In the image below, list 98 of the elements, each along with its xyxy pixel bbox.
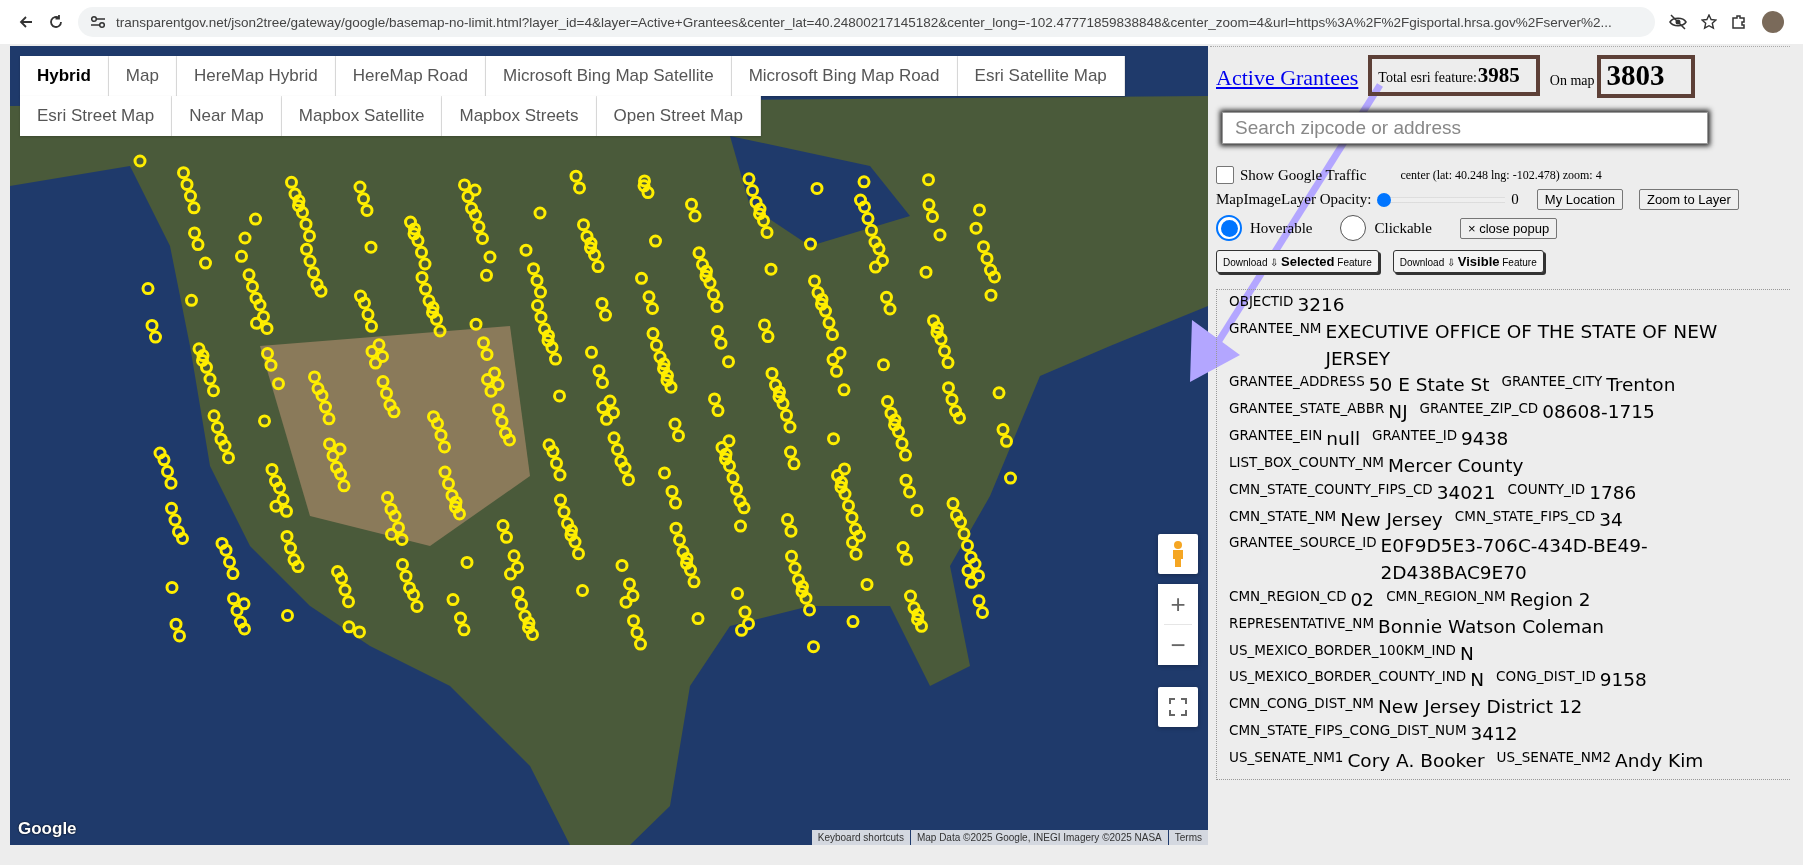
traffic-checkbox[interactable] xyxy=(1216,166,1234,184)
map-center-info: center (lat: 40.248 lng: -102.478) zoom: 4 xyxy=(1400,167,1602,183)
basemap-tab[interactable]: Near Map xyxy=(172,96,282,136)
field-label: GRANTEE_CITY xyxy=(1501,372,1603,392)
field-label: CMN_CONG_DIST_NM xyxy=(1229,694,1374,714)
field-value: 3412 xyxy=(1470,722,1518,746)
field-value: 9158 xyxy=(1599,668,1647,693)
field-value: N xyxy=(1460,641,1474,666)
field-label: GRANTEE_EIN xyxy=(1229,426,1323,446)
field-label: CMN_REGION_CD xyxy=(1229,586,1347,606)
basemap-tab[interactable]: Mapbox Streets xyxy=(442,96,597,136)
field-label: US_MEXICO_BORDER_COUNTY_IND xyxy=(1229,667,1467,687)
download-button[interactable]: Download ⇩ Selected Feature xyxy=(1216,250,1379,273)
field-label: LIST_BOX_COUNTY_NM xyxy=(1229,452,1384,472)
address-bar[interactable] xyxy=(78,7,1655,37)
basemap-tab[interactable]: HereMap Hybrid xyxy=(176,56,336,96)
field-label: REPRESENTATIVE_NM xyxy=(1229,613,1375,633)
field-label: US_SENATE_NM1 xyxy=(1229,747,1344,767)
basemap-tab[interactable]: Microsoft Bing Map Satellite xyxy=(485,56,732,96)
field-label: US_SENATE_NM2 xyxy=(1496,747,1612,767)
url-text: transparentgov.net/json2tree/gateway/google/basemap-no-limit.html?layer_id=4&layer=Active+Grantees&center_lat=40.24800217145182&center_long=-102.47771859838848&center_zoom=4&url=https%3A%2F%2Fgisportal.hrsa.gov%2Fserver%2... xyxy=(116,14,1612,30)
basemap-tab[interactable]: Esri Street Map xyxy=(20,96,173,136)
field-value: 08608-1715 xyxy=(1542,400,1655,425)
opacity-label: MapImageLayer Opacity: xyxy=(1216,191,1372,208)
close-popup-button[interactable]: × close popup xyxy=(1459,217,1558,239)
field-label: COUNTY_ID xyxy=(1507,479,1586,499)
field-label: GRANTEE_ID xyxy=(1372,426,1458,446)
fullscreen-icon[interactable] xyxy=(1158,687,1198,727)
field-label: CMN_STATE_FIPS_CONG_DIST_NUM xyxy=(1229,721,1467,740)
eye-off-icon[interactable] xyxy=(1669,14,1687,30)
field-value: 9438 xyxy=(1461,427,1509,452)
map-logo: Google xyxy=(18,819,77,839)
reload-icon[interactable] xyxy=(48,14,64,30)
field-value: Andy Kim xyxy=(1615,748,1704,773)
field-value: 02 xyxy=(1350,587,1375,612)
download-button[interactable]: Download ⇩ Visible Feature xyxy=(1392,250,1544,273)
field-label: US_MEXICO_BORDER_100KM_IND xyxy=(1229,640,1456,660)
map-link[interactable]: Keyboard shortcuts xyxy=(811,830,910,845)
slider-thumb[interactable] xyxy=(1377,192,1392,207)
mode-label: Clickable xyxy=(1374,219,1432,237)
back-icon[interactable] xyxy=(18,14,34,30)
zoom-out-button[interactable]: − xyxy=(1158,625,1198,665)
field-value: EXECUTIVE OFFICE OF THE STATE OF NEW JERSEY xyxy=(1325,319,1719,371)
field-label: CONG_DIST_ID xyxy=(1496,667,1596,687)
field-value: 50 E State St xyxy=(1368,373,1490,398)
star-icon[interactable] xyxy=(1701,14,1717,30)
mode-label: Hoverable xyxy=(1250,219,1313,237)
basemap-tab[interactable]: Hybrid xyxy=(20,56,109,96)
field-value: NJ xyxy=(1388,400,1408,425)
basemap-tab[interactable]: HereMap Road xyxy=(335,56,486,96)
on-map-count: 3803 xyxy=(1596,55,1695,98)
basemap-tab[interactable]: Mapbox Satellite xyxy=(281,96,443,136)
field-label: CMN_STATE_NM xyxy=(1229,506,1337,526)
field-label: GRANTEE_ADDRESS xyxy=(1229,372,1365,392)
satellite-map-drawing[interactable] xyxy=(10,46,1208,845)
opacity-value: 0 xyxy=(1511,191,1519,208)
field-value: 1786 xyxy=(1589,480,1637,505)
map-action-button[interactable]: My Location xyxy=(1536,189,1623,210)
basemap-tab[interactable]: Open Street Map xyxy=(596,96,761,136)
mode-radio[interactable] xyxy=(1340,215,1367,241)
site-settings-icon[interactable] xyxy=(90,15,106,29)
field-label: CMN_STATE_FIPS_CD xyxy=(1454,506,1596,526)
on-map-label: On map xyxy=(1549,73,1595,89)
field-label: CMN_REGION_NM xyxy=(1386,586,1506,606)
profile-avatar-icon[interactable] xyxy=(1761,10,1785,34)
map-action-button[interactable]: Zoom to Layer xyxy=(1638,189,1739,210)
basemap-tab[interactable]: Esri Satellite Map xyxy=(957,56,1125,96)
total-feature-label: Total esri feature: xyxy=(1378,70,1477,86)
field-value: New Jersey xyxy=(1340,507,1443,532)
field-label: CMN_STATE_COUNTY_FIPS_CD xyxy=(1229,479,1433,499)
field-value: Cory A. Booker xyxy=(1347,748,1485,773)
field-value: N xyxy=(1470,668,1485,693)
field-label: GRANTEE_STATE_ABBR xyxy=(1229,399,1385,419)
mode-radio[interactable] xyxy=(1216,215,1242,241)
field-value: null xyxy=(1326,427,1361,452)
field-value: Region 2 xyxy=(1509,587,1591,612)
field-value: 34021 xyxy=(1436,480,1496,505)
zoom-in-button[interactable]: + xyxy=(1158,584,1198,624)
traffic-label: Show Google Traffic xyxy=(1240,166,1367,184)
field-label: GRANTEE_SOURCE_ID xyxy=(1229,533,1377,553)
search-field[interactable]: Search zipcode or address xyxy=(1222,112,1708,144)
field-label: GRANTEE_ZIP_CD xyxy=(1419,399,1539,419)
field-value: E0F9D5E3-706C-434D-BE49-2D438BAC9E70 xyxy=(1380,534,1649,586)
field-value: Trenton xyxy=(1606,373,1676,398)
map-attribution: Map Data ©2025 Google, INEGI Imagery ©2025 NASA xyxy=(910,830,1168,845)
basemap-tab[interactable]: Microsoft Bing Map Road xyxy=(731,56,958,96)
total-feature-count: 3985 xyxy=(1477,63,1520,88)
field-value: 3216 xyxy=(1297,293,1345,317)
map-link[interactable]: Terms xyxy=(1168,830,1208,845)
layer-link[interactable]: Active Grantees xyxy=(1216,65,1359,91)
field-value: Bonnie Watson Coleman xyxy=(1378,614,1604,639)
field-label: OBJECTID xyxy=(1229,292,1294,311)
field-value: 34 xyxy=(1599,507,1623,532)
field-label: GRANTEE_NM xyxy=(1229,318,1322,338)
basemap-tab[interactable]: Map xyxy=(108,56,177,96)
field-value: New Jersey District 12 xyxy=(1378,695,1583,720)
extensions-icon[interactable] xyxy=(1731,14,1747,30)
field-value: Mercer County xyxy=(1387,453,1524,478)
